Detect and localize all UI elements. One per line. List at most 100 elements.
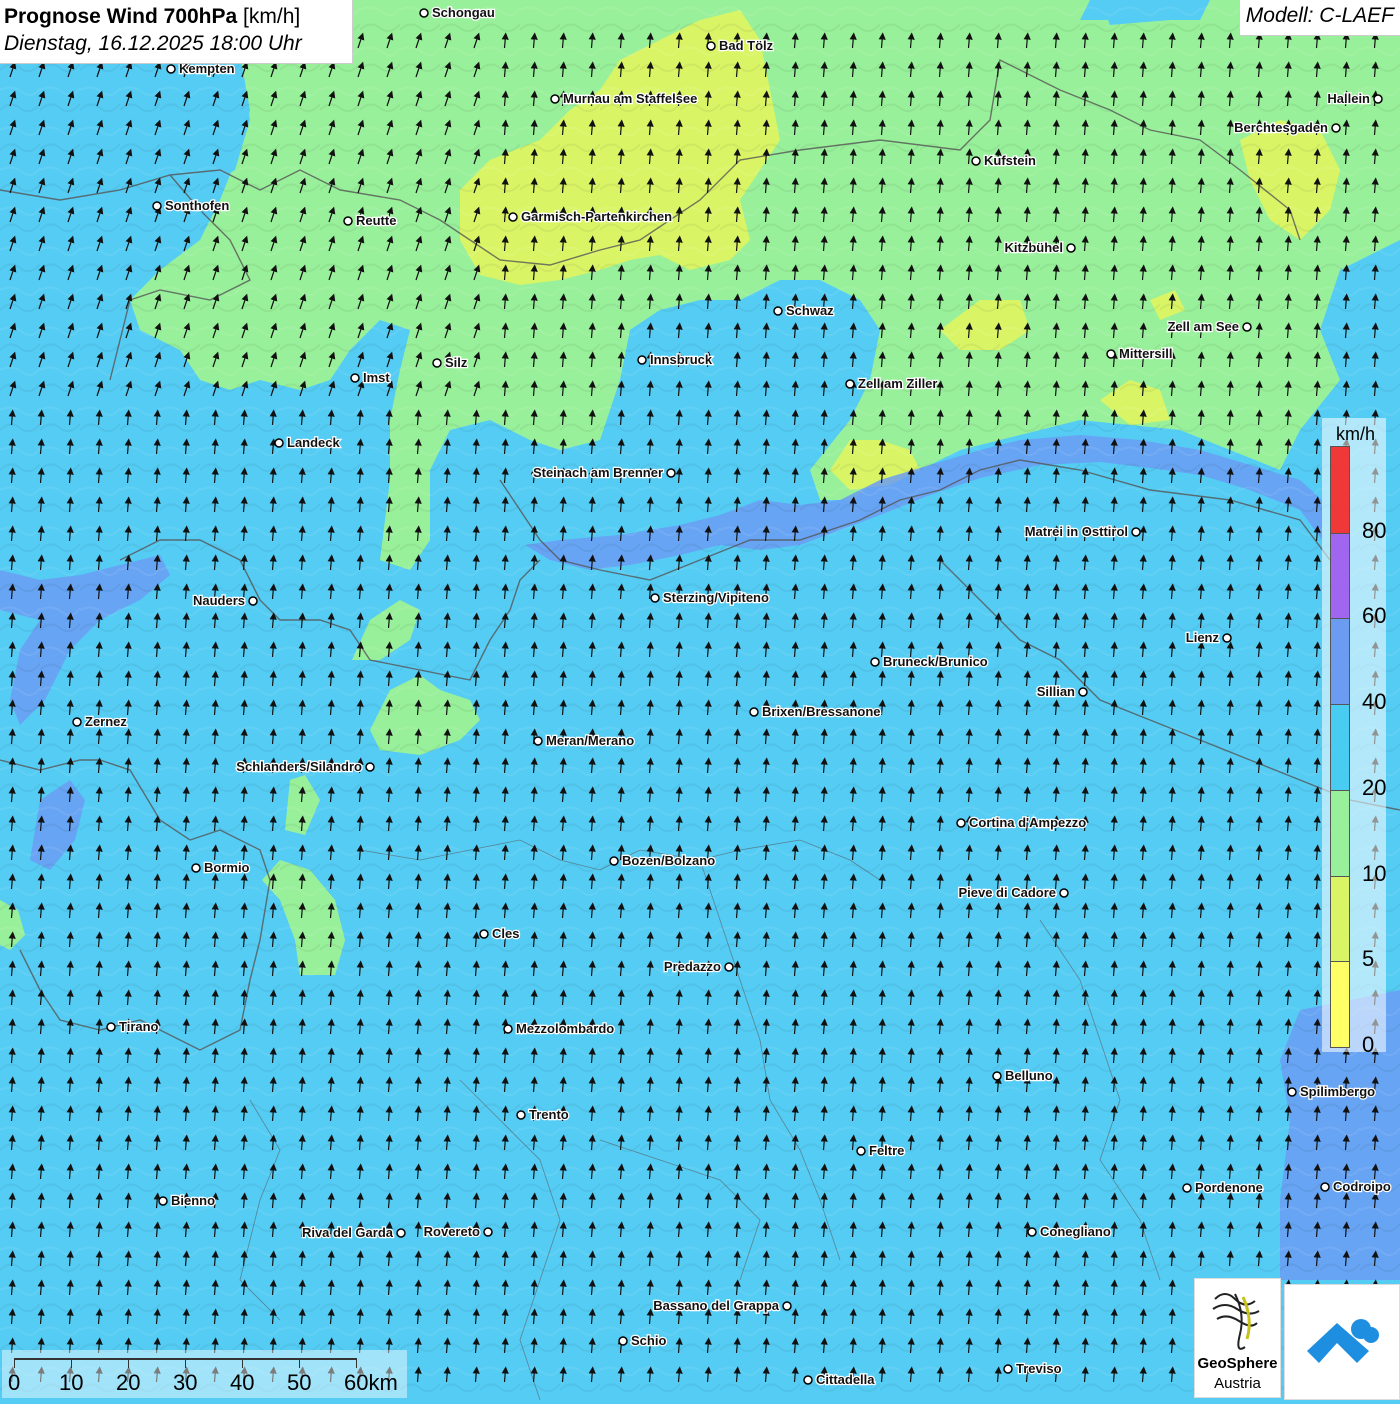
city-label: Zernez xyxy=(85,714,127,729)
city-label: Schlanders/Silandro xyxy=(236,759,362,774)
city-marker-icon xyxy=(609,856,619,866)
map-title: Prognose Wind 700hPa [km/h] xyxy=(4,4,352,30)
city-marker-icon xyxy=(650,593,660,603)
city-label: Imst xyxy=(363,370,390,385)
legend-swatch xyxy=(1331,961,1349,1047)
scale-label: 60km xyxy=(344,1370,398,1395)
scale-label: 40 xyxy=(230,1370,255,1395)
city-label: Riva del Garda xyxy=(302,1225,394,1240)
scale-tick xyxy=(128,1358,129,1368)
city-marker-icon xyxy=(533,736,543,746)
legend-swatch xyxy=(1331,447,1349,533)
legend-tick-label: 80 xyxy=(1362,517,1387,543)
legend-unit: km/h xyxy=(1336,424,1376,444)
city-label: Bormio xyxy=(204,860,250,875)
city-marker-icon xyxy=(971,156,981,166)
scale-label: 0 xyxy=(8,1370,21,1395)
city-label: Hallein xyxy=(1327,91,1370,106)
map-subtitle: Dienstag, 16.12.2025 18:00 Uhr xyxy=(4,32,302,55)
weather-app-logo[interactable] xyxy=(1284,1284,1400,1400)
city-label: Kufstein xyxy=(984,153,1036,168)
legend-swatch xyxy=(1331,532,1349,619)
city-marker-icon xyxy=(550,94,560,104)
scale-bar: 0 10 20 30 40 50 60km xyxy=(2,1350,407,1398)
city-marker-icon xyxy=(1242,322,1252,332)
city-label: Bienno xyxy=(171,1193,215,1208)
city-marker-icon xyxy=(870,657,880,667)
city-marker-icon xyxy=(1222,633,1232,643)
city-label: Matrei in Osttirol xyxy=(1025,524,1128,539)
city-marker-icon xyxy=(956,818,966,828)
city-label: Treviso xyxy=(1016,1361,1062,1376)
city-marker-icon xyxy=(1003,1364,1013,1374)
scale-tick xyxy=(14,1358,15,1368)
city-marker-icon xyxy=(1131,527,1141,537)
city-marker-icon xyxy=(1027,1227,1037,1237)
city-label: Innsbruck xyxy=(650,352,713,367)
city-marker-icon xyxy=(274,438,284,448)
city-label: Rovereto xyxy=(424,1224,480,1239)
city-label: Nauders xyxy=(193,593,245,608)
legend-swatch xyxy=(1331,789,1349,876)
city-marker-icon xyxy=(432,358,442,368)
city-marker-icon xyxy=(508,212,518,222)
city-marker-icon xyxy=(637,355,647,365)
city-marker-icon xyxy=(1373,94,1383,104)
legend-swatch xyxy=(1331,618,1349,705)
city-label: Sonthofen xyxy=(165,198,229,213)
city-label: Bassano del Grappa xyxy=(653,1298,779,1313)
city-label: Codroipo xyxy=(1333,1179,1391,1194)
city-marker-icon xyxy=(618,1336,628,1346)
scale-label: 10 xyxy=(59,1370,84,1395)
city-label: Belluno xyxy=(1005,1068,1053,1083)
city-marker-icon xyxy=(803,1375,813,1385)
city-label: Kitzbühel xyxy=(1005,240,1064,255)
legend-swatch xyxy=(1331,704,1349,790)
city-marker-icon xyxy=(1078,687,1088,697)
city-label: Garmisch-Partenkirchen xyxy=(521,209,672,224)
city-label: Brixen/Bressanone xyxy=(762,704,881,719)
city-marker-icon xyxy=(1182,1183,1192,1193)
geosphere-logo-sub: Austria xyxy=(1214,1375,1261,1392)
city-label: Predazzo xyxy=(664,959,721,974)
city-label: Reutte xyxy=(356,213,396,228)
city-marker-icon xyxy=(1066,243,1076,253)
scale-label: 50 xyxy=(287,1370,312,1395)
city-marker-icon xyxy=(516,1110,526,1120)
city-marker-icon xyxy=(856,1146,866,1156)
geosphere-logo-icon xyxy=(1212,1293,1260,1350)
city-marker-icon xyxy=(1059,888,1069,898)
city-marker-icon xyxy=(479,929,489,939)
city-label: Pordenone xyxy=(1195,1180,1263,1195)
city-marker-icon xyxy=(1106,349,1116,359)
city-label: Meran/Merano xyxy=(546,733,634,748)
city-label: Trento xyxy=(529,1107,569,1122)
scale-tick xyxy=(185,1358,186,1368)
city-marker-icon xyxy=(724,962,734,972)
city-marker-icon xyxy=(191,863,201,873)
city-marker-icon xyxy=(483,1227,493,1237)
geosphere-logo-name: GeoSphere xyxy=(1197,1355,1278,1372)
scale-label: 20 xyxy=(116,1370,141,1395)
city-marker-icon xyxy=(396,1228,406,1238)
geosphere-logo[interactable]: GeoSphere Austria xyxy=(1194,1278,1281,1398)
city-label: Lienz xyxy=(1186,630,1220,645)
legend-tick-label: 20 xyxy=(1362,774,1387,800)
scale-label: 30 xyxy=(173,1370,198,1395)
legend-colorbar xyxy=(1330,446,1350,1048)
city-marker-icon xyxy=(365,762,375,772)
city-label: Spilimbergo xyxy=(1300,1084,1375,1099)
city-label: Pieve di Cadore xyxy=(958,885,1056,900)
city-marker-icon xyxy=(72,717,82,727)
scale-tick xyxy=(71,1358,72,1368)
city-label: Mittersill xyxy=(1119,346,1172,361)
city-marker-icon xyxy=(706,41,716,51)
legend-tick-label: 40 xyxy=(1362,689,1387,715)
city-label: Tirano xyxy=(119,1019,159,1034)
scale-tick xyxy=(356,1358,357,1368)
city-marker-icon xyxy=(845,379,855,389)
city-marker-icon xyxy=(1331,123,1341,133)
city-marker-icon xyxy=(106,1022,116,1032)
legend-swatch xyxy=(1331,875,1349,962)
legend-tick-label: 0 xyxy=(1362,1032,1375,1057)
